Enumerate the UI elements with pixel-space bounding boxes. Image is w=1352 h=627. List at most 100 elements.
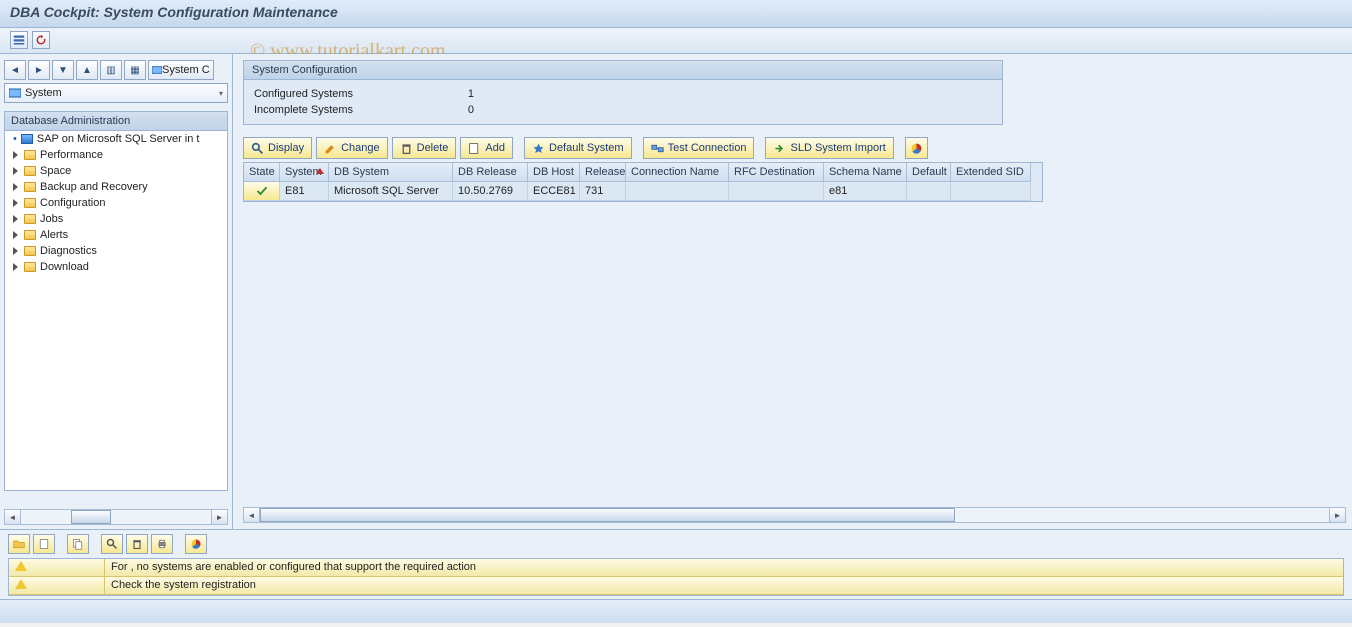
tree-item-label: Jobs — [40, 213, 63, 225]
tree-item-label: Backup and Recovery — [40, 181, 148, 193]
tree-item-diagnostics[interactable]: Diagnostics — [5, 243, 227, 259]
message-icon-cell — [9, 577, 105, 594]
grid-cell-default[interactable] — [907, 182, 951, 201]
message-toolbar — [8, 534, 1344, 554]
folder-icon — [24, 246, 36, 256]
tree-item-configuration[interactable]: Configuration — [5, 195, 227, 211]
message-panel: For , no systems are enabled or configur… — [0, 529, 1352, 599]
change-button[interactable]: Change — [316, 137, 388, 159]
expand-arrow-icon[interactable]: • — [13, 133, 17, 145]
details-icon[interactable] — [101, 534, 123, 554]
next-icon[interactable]: ► — [28, 60, 50, 80]
tree-item-backup-and-recovery[interactable]: Backup and Recovery — [5, 179, 227, 195]
expand-arrow-icon[interactable] — [13, 183, 18, 191]
scroll-left-icon[interactable]: ◄ — [5, 510, 21, 524]
grid-cell-db_host[interactable]: ECCE81 — [528, 182, 580, 201]
column-header-system[interactable]: System — [280, 163, 329, 182]
tree-item-alerts[interactable]: Alerts — [5, 227, 227, 243]
tree-item-space[interactable]: Space — [5, 163, 227, 179]
system-configuration-title: System Configuration — [244, 61, 1002, 80]
grid-cell-system[interactable]: E81 — [280, 182, 329, 201]
column-header-connection-name[interactable]: Connection Name — [626, 163, 729, 182]
grid-cell-release[interactable]: 731 — [580, 182, 626, 201]
delete-button[interactable]: Delete — [392, 137, 457, 159]
message-text: Check the system registration — [105, 577, 1343, 594]
warning-icon — [15, 579, 27, 589]
sidebar-scrollbar[interactable]: ◄ ► — [4, 509, 228, 525]
grid-cell-schema_name[interactable]: e81 — [824, 182, 907, 201]
tree-item-download[interactable]: Download — [5, 259, 227, 275]
column-header-rfc-destination[interactable]: RFC Destination — [729, 163, 824, 182]
tree-item-jobs[interactable]: Jobs — [5, 211, 227, 227]
column-header-extended-sid[interactable]: Extended SID — [951, 163, 1031, 182]
default-system-button[interactable]: Default System — [524, 137, 632, 159]
column-header-schema-name[interactable]: Schema Name — [824, 163, 907, 182]
database-icon — [21, 134, 33, 144]
message-grid: For , no systems are enabled or configur… — [8, 558, 1344, 596]
grid-cell-db_release[interactable]: 10.50.2769 — [453, 182, 528, 201]
column-config-icon[interactable]: ▥ — [100, 60, 122, 80]
expand-arrow-icon[interactable] — [13, 151, 18, 159]
column-header-db-system[interactable]: DB System — [329, 163, 453, 182]
layout-icon[interactable]: ▦ — [124, 60, 146, 80]
delete-msg-icon[interactable] — [126, 534, 148, 554]
message-row[interactable]: For , no systems are enabled or configur… — [9, 559, 1343, 577]
tree-item-sap-on-microsoft-sql-server-in-t[interactable]: •SAP on Microsoft SQL Server in t — [5, 131, 227, 147]
refresh-icon[interactable] — [32, 31, 50, 49]
scrollbar-thumb[interactable] — [71, 510, 111, 524]
details-icon[interactable] — [10, 31, 28, 49]
document-icon[interactable] — [33, 534, 55, 554]
expand-arrow-icon[interactable] — [13, 215, 18, 223]
config-label: Incomplete Systems — [254, 104, 434, 116]
add-label: Add — [485, 142, 505, 154]
display-button[interactable]: Display — [243, 137, 312, 159]
expand-up-icon[interactable]: ▼ — [52, 60, 74, 80]
column-header-db-host[interactable]: DB Host — [528, 163, 580, 182]
expand-arrow-icon[interactable] — [13, 231, 18, 239]
scroll-right-icon[interactable]: ► — [1329, 508, 1345, 522]
navigation-sidebar: ◄ ► ▼ ▲ ▥ ▦ System C System ▾ Database A… — [0, 54, 233, 529]
column-header-db-release[interactable]: DB Release — [453, 163, 528, 182]
warning-icon — [15, 561, 27, 571]
grid-cell-rfc_destination[interactable] — [729, 182, 824, 201]
grid-cell-db_system[interactable]: Microsoft SQL Server — [329, 182, 453, 201]
folder-icon — [24, 214, 36, 224]
config-label: Configured Systems — [254, 88, 434, 100]
grid-cell-connection_name[interactable] — [626, 182, 729, 201]
tree-item-performance[interactable]: Performance — [5, 147, 227, 163]
test-connection-button[interactable]: Test Connection — [643, 137, 755, 159]
scrollbar-thumb[interactable] — [260, 508, 955, 522]
expand-arrow-icon[interactable] — [13, 247, 18, 255]
chart-icon[interactable] — [185, 534, 207, 554]
scroll-left-icon[interactable]: ◄ — [244, 508, 260, 522]
system-dropdown-label: System — [25, 87, 62, 99]
column-header-state[interactable]: State — [244, 163, 280, 182]
navigation-tree[interactable]: •SAP on Microsoft SQL Server in t Perform… — [4, 131, 228, 491]
sld-import-button[interactable]: SLD System Import — [765, 137, 893, 159]
chart-icon-button[interactable] — [905, 137, 928, 159]
copy-icon[interactable] — [67, 534, 89, 554]
collapse-down-icon[interactable]: ▲ — [76, 60, 98, 80]
expand-arrow-icon[interactable] — [13, 199, 18, 207]
column-header-default[interactable]: Default — [907, 163, 951, 182]
expand-arrow-icon[interactable] — [13, 263, 18, 271]
prev-icon[interactable]: ◄ — [4, 60, 26, 80]
column-header-release[interactable]: Release — [580, 163, 626, 182]
systems-grid[interactable]: StateSystemDB SystemDB ReleaseDB HostRel… — [243, 162, 1043, 202]
application-toolbar — [0, 28, 1352, 54]
config-value: 1 — [434, 88, 474, 100]
scroll-right-icon[interactable]: ► — [211, 510, 227, 524]
print-icon[interactable] — [151, 534, 173, 554]
system-column-button[interactable]: System C — [148, 60, 214, 80]
tree-item-label: Performance — [40, 149, 103, 161]
grid-cell-extended_sid[interactable] — [951, 182, 1031, 201]
grid-cell-state — [244, 182, 280, 201]
message-row[interactable]: Check the system registration — [9, 577, 1343, 595]
sidebar-panel-title: Database Administration — [4, 111, 228, 131]
add-button[interactable]: Add — [460, 137, 513, 159]
expand-arrow-icon[interactable] — [13, 167, 18, 175]
content-scrollbar[interactable]: ◄ ► — [243, 507, 1346, 523]
config-row: Configured Systems1 — [254, 86, 992, 102]
open-folder-icon[interactable] — [8, 534, 30, 554]
system-dropdown[interactable]: System ▾ — [4, 83, 228, 103]
